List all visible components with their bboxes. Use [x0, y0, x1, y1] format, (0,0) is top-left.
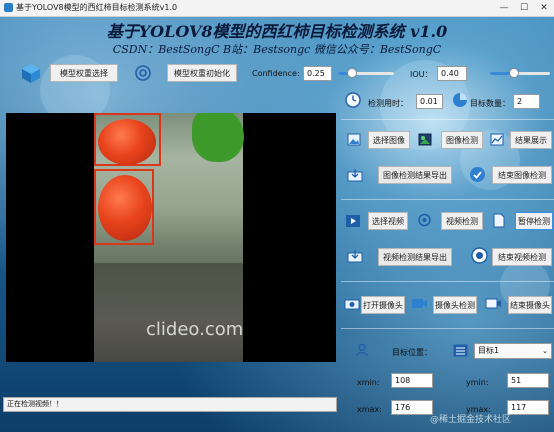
clock-icon [345, 92, 361, 108]
status-bar: 正在检测视频！！ [3, 397, 337, 412]
finish-image-button[interactable]: 结束图像检测 [492, 166, 552, 184]
window-titlebar: 基于YOLOV8模型的西红柿目标检测系统v1.0 — ☐ ✕ [0, 0, 554, 17]
user-icon [355, 343, 369, 357]
app-title: 基于YOLOV8模型的西红柿目标检测系统 v1.0 [106, 22, 448, 41]
export-icon [347, 169, 363, 182]
app-subtitle: CSDN：BestSongC B站：Bestsongc 微信公众号：BestSo… [112, 43, 442, 56]
ymin-field: 51 [507, 373, 549, 388]
chevron-down-icon: ⌄ [542, 347, 548, 355]
iou-slider[interactable] [490, 68, 550, 78]
divider [341, 119, 554, 120]
image-detect-button[interactable]: 图像检测 [441, 131, 483, 149]
select-image-button[interactable]: 选择图像 [368, 131, 410, 149]
video-export-button[interactable]: 视频检测结果导出 [378, 248, 452, 266]
finish-video-button[interactable]: 结束视频检测 [492, 248, 552, 266]
close-button[interactable]: ✕ [534, 0, 554, 16]
image-export-button[interactable]: 图像检测结果导出 [378, 166, 452, 184]
confidence-label: Confidence: [252, 69, 300, 78]
camera-icon [344, 299, 360, 310]
ground-graphic [94, 263, 243, 362]
model-select-button[interactable]: 模型权重选择 [50, 64, 118, 82]
corner-watermark: @稀土掘金技术社区 [430, 415, 512, 425]
ymin-label: ymin: [466, 378, 489, 387]
target-select[interactable]: 目标1 ⌄ [474, 343, 552, 359]
confidence-spinbox[interactable]: 0.25 [303, 66, 332, 81]
image-icon [347, 133, 361, 146]
stop-icon [471, 247, 488, 264]
camera-off-icon [485, 298, 501, 309]
webcam-icon [412, 299, 427, 308]
model-init-button[interactable]: 模型权重初始化 [167, 64, 237, 82]
target-select-value: 目标1 [478, 346, 500, 355]
maximize-button[interactable]: ☐ [514, 0, 534, 16]
target-icon [135, 65, 151, 81]
detect-time-label: 检测用时： [368, 99, 408, 108]
detection-box [94, 113, 161, 166]
check-icon [470, 167, 485, 182]
app-icon [4, 3, 13, 12]
divider [341, 199, 554, 200]
leaf-graphic [192, 113, 244, 162]
detection-display: clideo.com [6, 113, 336, 362]
pie-icon [453, 93, 467, 107]
divider [341, 328, 554, 329]
divider [341, 281, 554, 282]
detection-box [94, 169, 154, 245]
open-camera-button[interactable]: 打开摄像头 [361, 296, 405, 314]
finish-camera-button[interactable]: 结束摄像头 [508, 296, 552, 314]
pause-detect-button[interactable]: 暂停检测 [515, 212, 553, 230]
target-count-value: 2 [513, 94, 540, 109]
select-video-button[interactable]: 选择视频 [368, 212, 408, 230]
xmax-field: 176 [391, 400, 433, 415]
ymax-field: 117 [507, 400, 549, 415]
confidence-slider-handle[interactable] [347, 68, 357, 78]
list-icon [453, 344, 468, 357]
detect-time-value: 0.01 [416, 94, 443, 109]
window-title: 基于YOLOV8模型的西红柿目标检测系统v1.0 [16, 3, 178, 12]
iou-spinbox[interactable]: 0.40 [437, 66, 467, 81]
video-detect-button[interactable]: 视频检测 [441, 212, 483, 230]
target-count-label: 目标数量： [470, 99, 510, 108]
target-position-label: 目标位置： [392, 348, 432, 357]
camera-detect-button[interactable]: 摄像头检测 [433, 296, 477, 314]
iou-slider-handle[interactable] [509, 68, 519, 78]
image-detect-icon [418, 133, 432, 146]
video-icon [346, 215, 360, 227]
xmax-label: xmax: [357, 405, 382, 414]
iou-label: IOU： [410, 70, 433, 79]
xmin-field: 108 [391, 373, 433, 388]
export-icon [347, 250, 363, 263]
file-icon [493, 213, 505, 228]
xmin-label: xmin: [357, 378, 380, 387]
cube-icon [22, 64, 40, 83]
minimize-button[interactable]: — [494, 0, 514, 16]
video-watermark: clideo.com [146, 319, 244, 340]
confidence-slider[interactable] [338, 68, 394, 78]
location-icon [418, 213, 431, 227]
chart-icon [490, 133, 504, 146]
result-show-button[interactable]: 结果展示 [510, 131, 552, 149]
